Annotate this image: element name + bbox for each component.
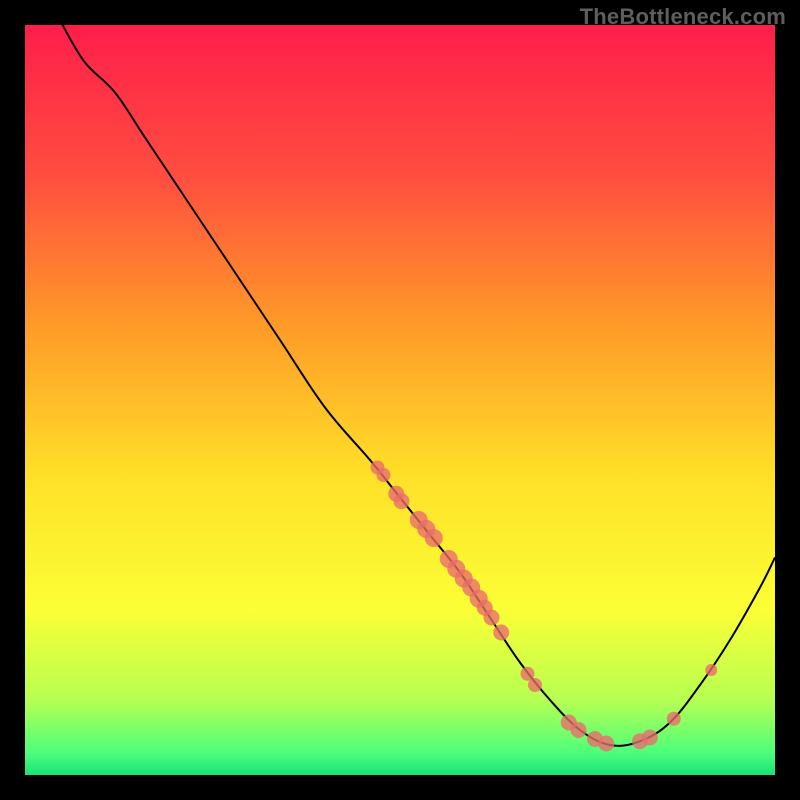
watermark-text: TheBottleneck.com: [580, 4, 786, 30]
data-marker: [571, 722, 587, 738]
chart-background: [25, 25, 775, 775]
data-marker: [484, 610, 500, 626]
data-marker: [528, 678, 542, 692]
outer-frame: TheBottleneck.com: [0, 0, 800, 800]
data-marker: [705, 664, 717, 676]
data-marker: [425, 529, 443, 547]
data-marker: [667, 712, 681, 726]
data-marker: [394, 493, 410, 509]
data-marker: [493, 625, 509, 641]
data-marker: [598, 736, 614, 752]
chart-svg: [25, 25, 775, 775]
data-marker: [377, 468, 391, 482]
data-marker: [642, 730, 658, 746]
chart-plot-area: [25, 25, 775, 775]
